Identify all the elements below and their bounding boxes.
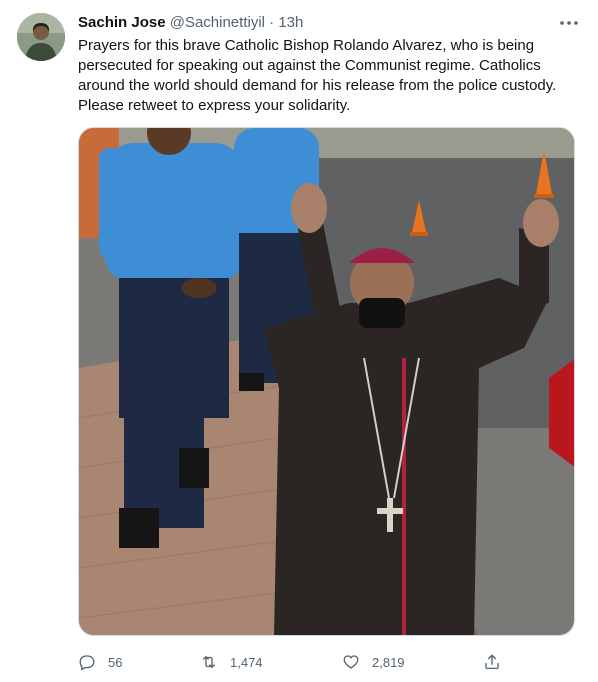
- separator-dot: ·: [269, 14, 275, 31]
- tweet-text: Prayers for this brave Catholic Bishop R…: [78, 37, 557, 114]
- author-name[interactable]: Sachin Jose: [78, 14, 166, 31]
- retweet-icon: [203, 656, 215, 668]
- share-button[interactable]: [483, 651, 501, 673]
- avatar[interactable]: [17, 13, 65, 61]
- avatar-image: [17, 13, 65, 61]
- like-count: 2,819: [372, 654, 405, 670]
- reply-button[interactable]: 56: [78, 651, 122, 673]
- tweet-photo[interactable]: [78, 127, 575, 636]
- heart-icon: [343, 655, 359, 669]
- retweet-count: 1,474: [230, 654, 263, 670]
- reply-count: 56: [108, 654, 123, 670]
- more-icon[interactable]: [557, 12, 581, 34]
- reply-icon: [79, 655, 95, 671]
- retweet-button[interactable]: 1,474: [200, 651, 263, 673]
- tweet: Sachin Jose @Sachinettiyil · 13h Prayers…: [0, 0, 598, 682]
- like-button[interactable]: 2,819: [342, 651, 405, 673]
- author-handle[interactable]: @Sachinettiyil: [170, 14, 265, 31]
- tweet-actions: 56 1,474 2,819: [78, 651, 518, 673]
- share-icon: [485, 654, 499, 670]
- photo-bishop-with-police: [79, 128, 574, 635]
- timestamp[interactable]: 13h: [278, 14, 303, 31]
- tweet-header: Sachin Jose @Sachinettiyil · 13h: [78, 13, 303, 33]
